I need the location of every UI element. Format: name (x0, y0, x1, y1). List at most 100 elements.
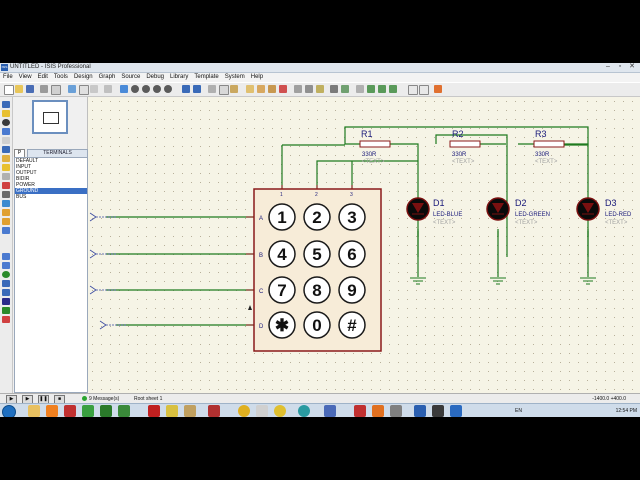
zoom-out-icon[interactable] (142, 85, 150, 93)
paste-icon[interactable] (230, 85, 238, 93)
minimize-button[interactable]: – (602, 63, 614, 71)
property-assign-icon[interactable] (341, 85, 349, 93)
app-icon[interactable] (82, 405, 94, 417)
messages-status[interactable]: 9 Message(s) (82, 395, 119, 403)
keypad-key[interactable]: 4 (268, 240, 296, 268)
erc-icon[interactable] (378, 85, 386, 93)
voltage-probe-icon[interactable] (2, 209, 10, 216)
area-icon[interactable] (51, 85, 61, 95)
tape-recorder-icon[interactable] (2, 191, 10, 198)
keypad-key[interactable]: 6 (338, 240, 366, 268)
keypad-key[interactable]: 8 (303, 276, 331, 304)
line-2d-icon[interactable] (2, 253, 10, 260)
folder-icon[interactable] (28, 405, 40, 417)
app-icon[interactable] (324, 405, 336, 417)
print-icon[interactable] (40, 85, 48, 93)
design-explorer-icon[interactable] (408, 85, 418, 95)
clock[interactable]: 12:54 PM (616, 404, 637, 417)
app-icon[interactable] (372, 405, 384, 417)
led-d3[interactable] (576, 197, 600, 221)
maximize-button[interactable]: ▫ (614, 63, 626, 71)
keypad-key[interactable]: # (338, 311, 366, 339)
app-icon[interactable] (450, 405, 462, 417)
save-icon[interactable] (26, 85, 34, 93)
menu-graph[interactable]: Graph (96, 73, 119, 82)
bill-of-materials-icon[interactable] (367, 85, 375, 93)
pick-device-icon[interactable] (294, 85, 302, 93)
menu-source[interactable]: Source (118, 73, 143, 82)
goto-sheet-icon[interactable] (434, 85, 442, 93)
cut-icon[interactable] (208, 85, 216, 93)
app-icon[interactable] (184, 405, 196, 417)
arduino-icon[interactable] (298, 405, 310, 417)
list-item[interactable]: BUS (15, 194, 87, 200)
virtual-instruments-icon[interactable] (2, 227, 10, 234)
resistor-r1[interactable] (359, 140, 391, 148)
netlist-icon[interactable] (356, 85, 364, 93)
circle-2d-icon[interactable] (2, 271, 10, 278)
open-folder-icon[interactable] (15, 85, 23, 93)
app-icon[interactable] (354, 405, 366, 417)
block-move-icon[interactable] (257, 85, 265, 93)
menu-help[interactable]: Help (248, 73, 266, 82)
marker-2d-icon[interactable] (2, 316, 10, 323)
menu-view[interactable]: View (16, 73, 35, 82)
text-script-icon[interactable] (2, 137, 10, 144)
refresh-icon[interactable] (68, 85, 76, 93)
bus-icon[interactable] (2, 146, 10, 153)
search-icon[interactable] (330, 85, 338, 93)
app-icon[interactable] (274, 405, 286, 417)
menu-debug[interactable]: Debug (143, 73, 167, 82)
app-icon[interactable] (432, 405, 444, 417)
media-player-icon[interactable] (46, 405, 58, 417)
menu-tools[interactable]: Tools (51, 73, 71, 82)
wire-label-icon[interactable] (2, 128, 10, 135)
app-icon[interactable] (256, 405, 268, 417)
path-2d-icon[interactable] (2, 289, 10, 296)
keypad-key[interactable]: 7 (268, 276, 296, 304)
app-icon[interactable] (100, 405, 112, 417)
language-indicator[interactable]: EN (515, 404, 522, 417)
isis-taskbar-icon[interactable] (414, 405, 426, 417)
keypad-key[interactable]: 5 (303, 240, 331, 268)
keypad-key[interactable]: ✱ (268, 311, 296, 339)
redo-icon[interactable] (193, 85, 201, 93)
wire-autorouter-icon[interactable] (316, 85, 324, 93)
menu-template[interactable]: Template (191, 73, 221, 82)
app-icon[interactable] (148, 405, 160, 417)
keypad-key[interactable]: 3 (338, 203, 366, 231)
app-icon[interactable] (390, 405, 402, 417)
zoom-all-icon[interactable] (153, 85, 161, 93)
led-d1[interactable] (406, 197, 430, 221)
keypad-key[interactable]: 1 (268, 203, 296, 231)
crosshair-icon[interactable] (104, 85, 112, 93)
keypad-key[interactable]: 9 (338, 276, 366, 304)
new-sheet-icon[interactable] (419, 85, 429, 95)
graph-mode-icon[interactable] (2, 182, 10, 189)
text-2d-icon[interactable] (2, 298, 10, 305)
keypad-key[interactable]: 0 (303, 311, 331, 339)
menu-library[interactable]: Library (167, 73, 191, 82)
app-icon[interactable] (64, 405, 76, 417)
new-file-icon[interactable] (4, 85, 14, 95)
box-2d-icon[interactable] (2, 262, 10, 269)
block-rotate-icon[interactable] (268, 85, 276, 93)
arc-2d-icon[interactable] (2, 280, 10, 287)
app-icon[interactable] (118, 405, 130, 417)
junction-icon[interactable] (2, 119, 10, 126)
pan-icon[interactable] (120, 85, 128, 93)
chrome-icon[interactable] (238, 405, 250, 417)
zoom-area-icon[interactable] (164, 85, 172, 93)
led-d2[interactable] (486, 197, 510, 221)
menu-system[interactable]: System (222, 73, 248, 82)
resistor-r3[interactable] (533, 140, 565, 148)
subcircuit-icon[interactable] (2, 155, 10, 162)
block-copy-icon[interactable] (246, 85, 254, 93)
symbol-2d-icon[interactable] (2, 307, 10, 314)
overview-window[interactable] (32, 100, 68, 134)
generator-icon[interactable] (2, 200, 10, 207)
app-icon[interactable] (208, 405, 220, 417)
copy-icon[interactable] (219, 85, 229, 95)
device-pins-icon[interactable] (2, 173, 10, 180)
ares-icon[interactable] (389, 85, 397, 93)
